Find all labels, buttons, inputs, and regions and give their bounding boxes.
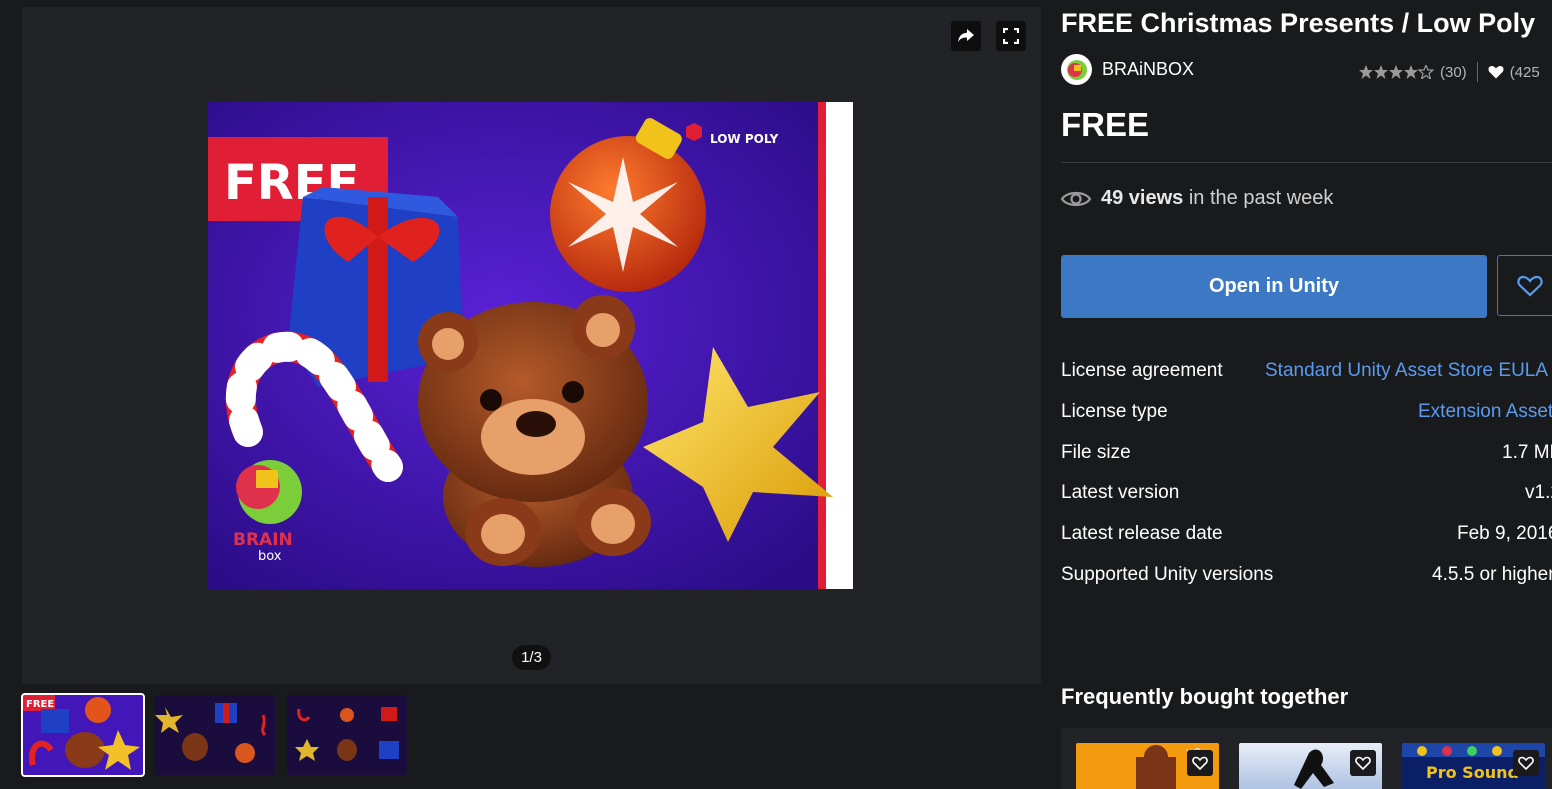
hero-low-poly-label: LOW POLY	[710, 132, 779, 146]
info-row-latest-version: Latest version v1.2	[1061, 480, 1552, 521]
product-info-table: License agreement Standard Unity Asset S…	[1061, 358, 1552, 603]
card-title: Pro Sound	[1426, 763, 1519, 782]
info-value: 4.5.5 or higher	[1432, 563, 1552, 585]
card-favorite-button[interactable]	[1187, 750, 1213, 776]
hero-artwork: FREE LOW POLY BRAIN box	[208, 102, 853, 589]
publisher-link[interactable]: BRAiNBOX	[1061, 54, 1194, 85]
info-row-license-agreement: License agreement Standard Unity Asset S…	[1061, 358, 1552, 399]
views-suffix: in the past week	[1183, 187, 1334, 209]
media-gallery: FREE LOW POLY BRAIN box 1/3	[22, 7, 1041, 684]
info-row-supported-versions: Supported Unity versions 4.5.5 or higher	[1061, 562, 1552, 603]
info-value: 1.7 MB	[1502, 441, 1552, 463]
thumbnail-1[interactable]: FREE	[21, 693, 145, 777]
share-button[interactable]	[951, 21, 981, 51]
recommended-card-3[interactable]: Pro Sound	[1402, 743, 1545, 789]
info-label: File size	[1061, 441, 1131, 463]
recommended-card-1[interactable]: v.9	[1076, 743, 1219, 789]
eye-icon	[1061, 191, 1091, 206]
heart-outline-icon	[1192, 756, 1208, 770]
info-row-license-type: License type Extension Asset	[1061, 399, 1552, 440]
hero-image[interactable]: FREE LOW POLY BRAIN box	[208, 102, 853, 589]
brain-logo-icon	[1066, 59, 1087, 80]
heart-outline-icon	[1518, 756, 1534, 770]
license-agreement-link[interactable]: Standard Unity Asset Store EULA	[1265, 360, 1548, 382]
rating-count: (30)	[1440, 63, 1467, 81]
open-in-unity-button[interactable]: Open in Unity	[1061, 255, 1487, 318]
heart-icon	[1488, 66, 1504, 79]
heart-outline-icon	[1517, 275, 1543, 297]
price: FREE	[1061, 106, 1150, 143]
info-label: Latest version	[1061, 482, 1180, 504]
views-summary: 49 views in the past week	[1061, 187, 1333, 210]
recommended-card-2[interactable]	[1239, 743, 1382, 789]
info-value: v1.2	[1525, 482, 1552, 504]
hero-brand-top: BRAIN	[233, 530, 293, 550]
thumbnail-free-badge: FREE	[26, 699, 54, 710]
thumbnail-2[interactable]	[155, 695, 275, 775]
thumbnail-3[interactable]	[287, 695, 407, 775]
rating-stars	[1359, 65, 1434, 79]
info-label: License type	[1061, 400, 1168, 422]
favorites-count: (425	[1509, 63, 1540, 81]
star-icon	[1359, 65, 1434, 79]
info-label: Latest release date	[1061, 523, 1223, 545]
rating-summary[interactable]: (30) (425	[1359, 62, 1540, 82]
license-type-link[interactable]: Extension Asset	[1418, 401, 1552, 423]
product-sidebar: FREE Christmas Presents / Low Poly BRAiN…	[1061, 0, 1552, 789]
frequently-bought-heading: Frequently bought together	[1061, 684, 1349, 709]
views-count: 49 views	[1101, 187, 1184, 209]
info-row-file-size: File size 1.7 MB	[1061, 440, 1552, 481]
fullscreen-button[interactable]	[996, 21, 1026, 51]
info-row-release-date: Latest release date Feb 9, 2016	[1061, 521, 1552, 562]
frequently-bought-panel: v.9 Pro Sound	[1061, 728, 1552, 789]
divider	[1061, 162, 1552, 163]
share-icon	[958, 29, 974, 43]
heart-outline-icon	[1355, 756, 1371, 770]
card-favorite-button[interactable]	[1513, 750, 1539, 776]
info-label: Supported Unity versions	[1061, 563, 1274, 585]
product-title: FREE Christmas Presents / Low Poly	[1061, 8, 1536, 38]
info-value: Feb 9, 2016	[1457, 523, 1552, 545]
add-to-favorites-button[interactable]	[1497, 255, 1552, 316]
publisher-avatar	[1061, 54, 1092, 85]
hero-brand-bottom: box	[258, 549, 282, 564]
publisher-name: BRAiNBOX	[1102, 59, 1195, 79]
info-label: License agreement	[1061, 360, 1223, 381]
rating-divider	[1476, 62, 1478, 82]
fullscreen-icon	[1003, 28, 1019, 44]
image-counter: 1/3	[512, 645, 551, 670]
card-favorite-button[interactable]	[1350, 750, 1376, 776]
